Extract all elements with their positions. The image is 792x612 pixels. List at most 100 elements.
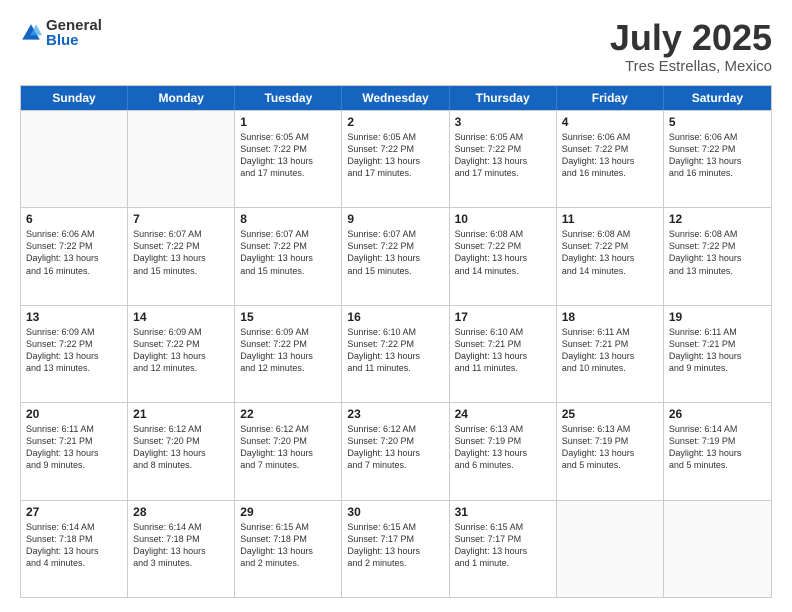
day-content: Sunrise: 6:09 AM Sunset: 7:22 PM Dayligh… — [26, 326, 122, 375]
day-content: Sunrise: 6:14 AM Sunset: 7:19 PM Dayligh… — [669, 423, 766, 472]
header-day-thursday: Thursday — [450, 86, 557, 110]
header-day-friday: Friday — [557, 86, 664, 110]
day-number: 29 — [240, 505, 336, 519]
calendar-cell-empty-4-6 — [664, 501, 771, 597]
day-content: Sunrise: 6:14 AM Sunset: 7:18 PM Dayligh… — [133, 521, 229, 570]
day-number: 28 — [133, 505, 229, 519]
day-number: 14 — [133, 310, 229, 324]
day-content: Sunrise: 6:09 AM Sunset: 7:22 PM Dayligh… — [133, 326, 229, 375]
day-content: Sunrise: 6:06 AM Sunset: 7:22 PM Dayligh… — [26, 228, 122, 277]
day-number: 10 — [455, 212, 551, 226]
day-number: 18 — [562, 310, 658, 324]
day-number: 3 — [455, 115, 551, 129]
location: Tres Estrellas, Mexico — [610, 58, 772, 75]
calendar-cell-1: 1 Sunrise: 6:05 AM Sunset: 7:22 PM Daylig… — [235, 111, 342, 207]
calendar-row-4: 27Sunrise: 6:14 AM Sunset: 7:18 PM Dayli… — [21, 500, 771, 597]
calendar-cell-3: 3 Sunrise: 6:05 AM Sunset: 7:22 PM Daylig… — [450, 111, 557, 207]
day-content: Sunrise: 6:12 AM Sunset: 7:20 PM Dayligh… — [133, 423, 229, 472]
logo-text: General Blue — [46, 18, 102, 48]
day-number: 30 — [347, 505, 443, 519]
day-number: 2 — [347, 115, 443, 129]
calendar-cell-5: 5 Sunrise: 6:06 AM Sunset: 7:22 PM Daylig… — [664, 111, 771, 207]
calendar-row-0: 1 Sunrise: 6:05 AM Sunset: 7:22 PM Daylig… — [21, 110, 771, 207]
calendar-cell-29: 29 Sunrise: 6:15 AM Sunset: 7:18 PM Dayli… — [235, 501, 342, 597]
day-number: 31 — [455, 505, 551, 519]
header: General Blue July 2025 Tres Estrellas, M… — [20, 18, 772, 75]
calendar-cell-16: 16Sunrise: 6:10 AM Sunset: 7:22 PM Dayli… — [342, 306, 449, 402]
calendar-cell-18: 18 Sunrise: 6:11 AM Sunset: 7:21 PM Dayli… — [557, 306, 664, 402]
day-content: Sunrise: 6:10 AM Sunset: 7:21 PM Dayligh… — [455, 326, 551, 375]
day-content: Sunrise: 6:12 AM Sunset: 7:20 PM Dayligh… — [240, 423, 336, 472]
calendar-cell-2: 2 Sunrise: 6:05 AM Sunset: 7:22 PM Daylig… — [342, 111, 449, 207]
day-content: Sunrise: 6:07 AM Sunset: 7:22 PM Dayligh… — [133, 228, 229, 277]
calendar-cell-14: 14 Sunrise: 6:09 AM Sunset: 7:22 PM Dayli… — [128, 306, 235, 402]
calendar-cell-11: 11 Sunrise: 6:08 AM Sunset: 7:22 PM Dayli… — [557, 208, 664, 304]
calendar-cell-4: 4 Sunrise: 6:06 AM Sunset: 7:22 PM Daylig… — [557, 111, 664, 207]
calendar-cell-empty-0-0 — [21, 111, 128, 207]
day-content: Sunrise: 6:11 AM Sunset: 7:21 PM Dayligh… — [562, 326, 658, 375]
calendar-cell-15: 15 Sunrise: 6:09 AM Sunset: 7:22 PM Dayli… — [235, 306, 342, 402]
day-content: Sunrise: 6:08 AM Sunset: 7:22 PM Dayligh… — [455, 228, 551, 277]
calendar-cell-28: 28 Sunrise: 6:14 AM Sunset: 7:18 PM Dayli… — [128, 501, 235, 597]
calendar-body: 1 Sunrise: 6:05 AM Sunset: 7:22 PM Daylig… — [21, 110, 771, 597]
day-number: 16 — [347, 310, 443, 324]
calendar-cell-17: 17Sunrise: 6:10 AM Sunset: 7:21 PM Dayli… — [450, 306, 557, 402]
header-day-wednesday: Wednesday — [342, 86, 449, 110]
logo: General Blue — [20, 18, 102, 48]
day-number: 12 — [669, 212, 766, 226]
day-number: 7 — [133, 212, 229, 226]
day-content: Sunrise: 6:06 AM Sunset: 7:22 PM Dayligh… — [669, 131, 766, 180]
calendar-row-3: 20 Sunrise: 6:11 AM Sunset: 7:21 PM Dayli… — [21, 402, 771, 499]
page: General Blue July 2025 Tres Estrellas, M… — [0, 0, 792, 612]
calendar-row-2: 13Sunrise: 6:09 AM Sunset: 7:22 PM Dayli… — [21, 305, 771, 402]
logo-icon — [20, 22, 42, 44]
calendar-cell-10: 10 Sunrise: 6:08 AM Sunset: 7:22 PM Dayli… — [450, 208, 557, 304]
day-content: Sunrise: 6:13 AM Sunset: 7:19 PM Dayligh… — [455, 423, 551, 472]
calendar-cell-24: 24 Sunrise: 6:13 AM Sunset: 7:19 PM Dayli… — [450, 403, 557, 499]
header-day-saturday: Saturday — [664, 86, 771, 110]
day-content: Sunrise: 6:15 AM Sunset: 7:17 PM Dayligh… — [455, 521, 551, 570]
day-number: 4 — [562, 115, 658, 129]
calendar-row-1: 6 Sunrise: 6:06 AM Sunset: 7:22 PM Daylig… — [21, 207, 771, 304]
calendar-cell-empty-0-1 — [128, 111, 235, 207]
day-number: 25 — [562, 407, 658, 421]
day-content: Sunrise: 6:08 AM Sunset: 7:22 PM Dayligh… — [562, 228, 658, 277]
day-number: 23 — [347, 407, 443, 421]
day-number: 11 — [562, 212, 658, 226]
calendar-cell-7: 7 Sunrise: 6:07 AM Sunset: 7:22 PM Daylig… — [128, 208, 235, 304]
calendar-cell-30: 30Sunrise: 6:15 AM Sunset: 7:17 PM Dayli… — [342, 501, 449, 597]
month-title: July 2025 — [610, 18, 772, 58]
day-number: 1 — [240, 115, 336, 129]
day-number: 9 — [347, 212, 443, 226]
day-number: 22 — [240, 407, 336, 421]
day-content: Sunrise: 6:05 AM Sunset: 7:22 PM Dayligh… — [455, 131, 551, 180]
day-content: Sunrise: 6:06 AM Sunset: 7:22 PM Dayligh… — [562, 131, 658, 180]
day-content: Sunrise: 6:11 AM Sunset: 7:21 PM Dayligh… — [669, 326, 766, 375]
day-content: Sunrise: 6:15 AM Sunset: 7:18 PM Dayligh… — [240, 521, 336, 570]
day-content: Sunrise: 6:09 AM Sunset: 7:22 PM Dayligh… — [240, 326, 336, 375]
day-number: 26 — [669, 407, 766, 421]
calendar-cell-13: 13Sunrise: 6:09 AM Sunset: 7:22 PM Dayli… — [21, 306, 128, 402]
calendar-cell-22: 22 Sunrise: 6:12 AM Sunset: 7:20 PM Dayli… — [235, 403, 342, 499]
day-content: Sunrise: 6:05 AM Sunset: 7:22 PM Dayligh… — [240, 131, 336, 180]
calendar-cell-12: 12Sunrise: 6:08 AM Sunset: 7:22 PM Dayli… — [664, 208, 771, 304]
calendar-cell-31: 31 Sunrise: 6:15 AM Sunset: 7:17 PM Dayli… — [450, 501, 557, 597]
day-content: Sunrise: 6:12 AM Sunset: 7:20 PM Dayligh… — [347, 423, 443, 472]
day-number: 15 — [240, 310, 336, 324]
calendar-header: SundayMondayTuesdayWednesdayThursdayFrid… — [21, 86, 771, 110]
day-content: Sunrise: 6:05 AM Sunset: 7:22 PM Dayligh… — [347, 131, 443, 180]
calendar: SundayMondayTuesdayWednesdayThursdayFrid… — [20, 85, 772, 598]
calendar-cell-empty-4-5 — [557, 501, 664, 597]
title-area: July 2025 Tres Estrellas, Mexico — [610, 18, 772, 75]
day-number: 20 — [26, 407, 122, 421]
day-number: 5 — [669, 115, 766, 129]
day-content: Sunrise: 6:11 AM Sunset: 7:21 PM Dayligh… — [26, 423, 122, 472]
calendar-cell-21: 21Sunrise: 6:12 AM Sunset: 7:20 PM Dayli… — [128, 403, 235, 499]
day-number: 6 — [26, 212, 122, 226]
day-number: 19 — [669, 310, 766, 324]
calendar-cell-9: 9Sunrise: 6:07 AM Sunset: 7:22 PM Daylig… — [342, 208, 449, 304]
calendar-cell-20: 20 Sunrise: 6:11 AM Sunset: 7:21 PM Dayli… — [21, 403, 128, 499]
calendar-cell-23: 23 Sunrise: 6:12 AM Sunset: 7:20 PM Dayli… — [342, 403, 449, 499]
day-number: 24 — [455, 407, 551, 421]
day-content: Sunrise: 6:13 AM Sunset: 7:19 PM Dayligh… — [562, 423, 658, 472]
